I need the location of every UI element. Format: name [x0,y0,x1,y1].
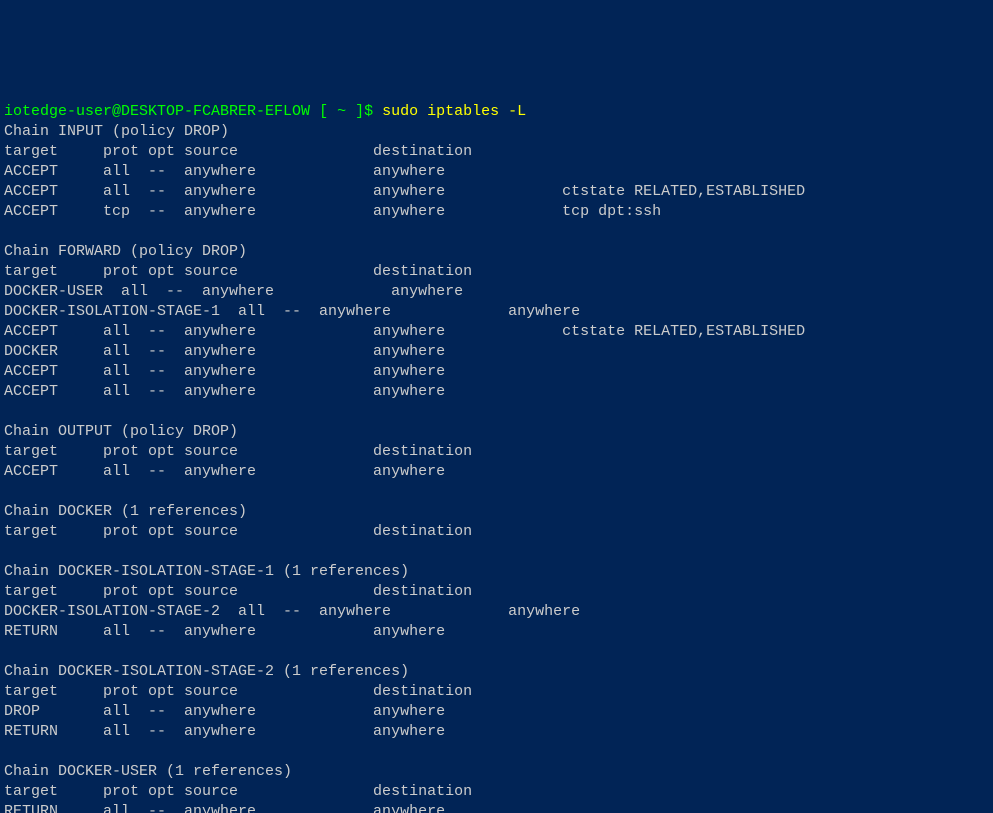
output-body: Chain INPUT (policy DROP) target prot op… [4,123,805,813]
terminal[interactable]: iotedge-user@DESKTOP-FCABRER-EFLOW [ ~ ]… [0,100,993,813]
command-text: sudo iptables -L [382,103,526,120]
prompt-path: [ ~ ]$ [319,103,373,120]
prompt-user-host: iotedge-user@DESKTOP-FCABRER-EFLOW [4,103,310,120]
